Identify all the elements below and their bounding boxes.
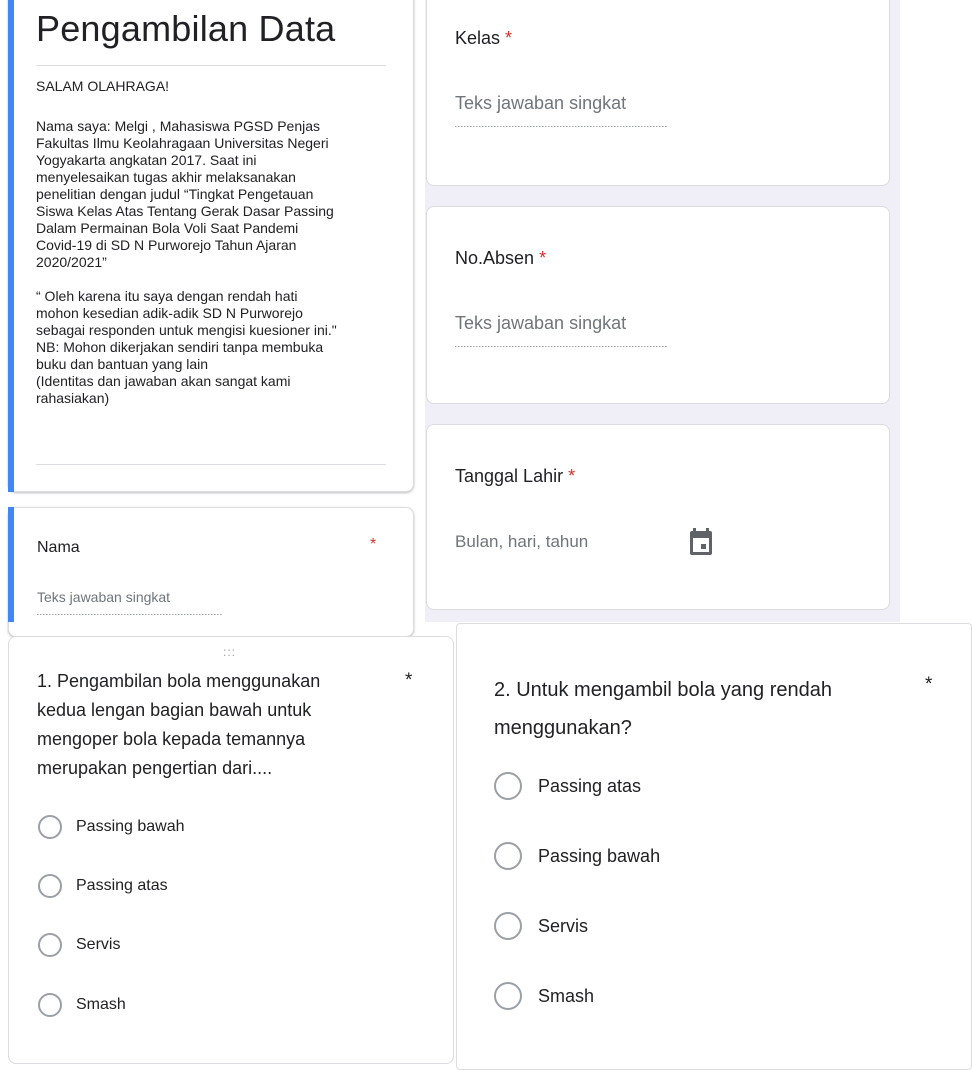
- description-divider: [36, 464, 386, 465]
- required-mark: *: [539, 248, 547, 268]
- option-servis[interactable]: Servis: [494, 912, 588, 940]
- required-mark: *: [568, 466, 576, 486]
- form-header-panel: Pengambilan Data SALAM OLAHRAGA! Nama sa…: [0, 0, 425, 637]
- nama-input[interactable]: Teks jawaban singkat: [37, 589, 170, 605]
- drag-handle-icon[interactable]: :::: [223, 645, 236, 659]
- option-passing-bawah[interactable]: Passing bawah: [494, 842, 660, 870]
- radio-button[interactable]: [38, 874, 62, 898]
- form-description: Nama saya: Melgi , Mahasiswa PGSD Penjas…: [36, 118, 337, 406]
- nama-input-underline: [37, 614, 223, 615]
- required-mark: *: [505, 28, 513, 48]
- absen-input-underline: [455, 346, 668, 347]
- section-accent-bar: [8, 0, 14, 492]
- absen-input[interactable]: Teks jawaban singkat: [455, 313, 626, 334]
- radio-button[interactable]: [494, 842, 522, 870]
- required-mark: *: [405, 670, 413, 691]
- kelas-input-underline: [455, 126, 668, 127]
- form-title: Pengambilan Data: [36, 8, 336, 49]
- calendar-icon[interactable]: [689, 528, 713, 556]
- option-servis[interactable]: Servis: [38, 933, 120, 957]
- question-card-nama: [8, 507, 414, 637]
- question-card-absen: [426, 206, 890, 404]
- required-mark: *: [925, 674, 933, 695]
- radio-button[interactable]: [38, 933, 62, 957]
- form-fields-panel: Kelas * Teks jawaban singkat No.Absen * …: [425, 0, 900, 622]
- field-label-nama: Nama: [37, 539, 80, 556]
- question-card-tanggal: [426, 424, 890, 610]
- option-passing-atas[interactable]: Passing atas: [38, 874, 168, 898]
- kelas-input[interactable]: Teks jawaban singkat: [455, 93, 626, 114]
- required-mark: *: [370, 536, 377, 553]
- question-1-text: 1. Pengambilan bola menggunakan kedua le…: [37, 671, 321, 778]
- option-passing-atas[interactable]: Passing atas: [494, 772, 641, 800]
- field-label-kelas: Kelas *: [455, 28, 513, 48]
- radio-button[interactable]: [38, 993, 62, 1017]
- radio-button[interactable]: [38, 815, 62, 839]
- radio-button[interactable]: [494, 982, 522, 1010]
- active-accent-bar: [8, 507, 14, 622]
- option-smash[interactable]: Smash: [38, 993, 126, 1017]
- field-label-tanggal: Tanggal Lahir *: [455, 466, 576, 486]
- field-label-absen: No.Absen *: [455, 248, 547, 268]
- radio-button[interactable]: [494, 772, 522, 800]
- option-passing-bawah[interactable]: Passing bawah: [38, 815, 185, 839]
- question-2-text: 2. Untuk mengambil bola yang rendah meng…: [494, 679, 832, 739]
- tanggal-input[interactable]: Bulan, hari, tahun: [455, 532, 588, 552]
- option-smash[interactable]: Smash: [494, 982, 594, 1010]
- title-divider: [36, 65, 386, 66]
- form-greeting: SALAM OLAHRAGA!: [36, 78, 170, 94]
- radio-button[interactable]: [494, 912, 522, 940]
